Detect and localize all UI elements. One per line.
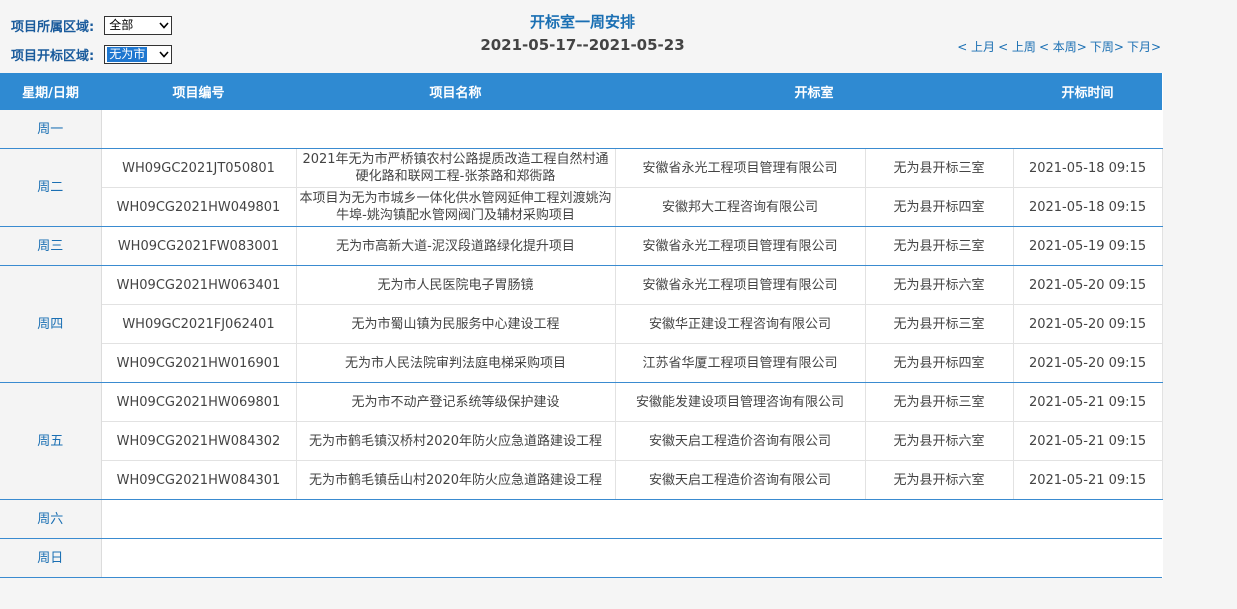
project-name-cell[interactable]: 无为市蜀山镇为民服务中心建设工程 (296, 304, 616, 344)
bid-room-cell: 无为县开标三室 (865, 304, 1014, 344)
bid-room-cell: 无为县开标四室 (865, 187, 1014, 227)
bid-room-cell: 无为县开标四室 (865, 343, 1014, 383)
agency-cell: 安徽省永光工程项目管理有限公司 (615, 265, 866, 305)
table-row[interactable]: 周四 WH09CG2021HW063401 无为市人民医院电子胃肠镜 安徽省永光工程项… (0, 265, 1163, 383)
column-header-day: 星期/日期 (0, 73, 101, 110)
table-row[interactable]: WH09CG2021HW016901 无为市人民法院审判法庭电梯采购项目 江苏省华厦… (0, 343, 1163, 383)
day-cell: 周一 (0, 110, 102, 149)
agency-cell: 安徽邦大工程咨询有限公司 (615, 187, 866, 227)
bid-time-cell: 2021-05-19 09:15 (1013, 226, 1163, 266)
bid-time-cell: 2021-05-18 09:15 (1013, 187, 1163, 227)
agency-cell: 安徽能发建设项目管理咨询有限公司 (615, 382, 866, 422)
agency-cell: 安徽天启工程造价咨询有限公司 (615, 460, 866, 500)
project-code-cell: WH09CG2021HW016901 (101, 343, 297, 383)
bid-time-cell: 2021-05-20 09:15 (1013, 265, 1163, 305)
day-cell: 周二 (0, 148, 102, 227)
bid-room-cell: 无为县开标三室 (865, 226, 1014, 266)
day-cell: 周日 (0, 538, 102, 578)
day-cell: 周三 (0, 226, 102, 266)
bid-room-cell: 无为县开标六室 (865, 421, 1014, 461)
bid-time-cell: 2021-05-21 09:15 (1013, 460, 1163, 500)
project-code-cell: WH09GC2021JT050801 (101, 148, 297, 188)
bid-room-cell: 无为县开标六室 (865, 460, 1014, 500)
project-name-cell[interactable]: 无为市鹤毛镇汉桥村2020年防火应急道路建设工程 (296, 421, 616, 461)
project-code-cell: WH09CG2021HW049801 (101, 187, 297, 227)
project-name-cell[interactable]: 本项目为无为市城乡一体化供水管网延伸工程刘渡姚沟牛埠-姚沟镇配水管网阀门及辅材采… (296, 187, 616, 227)
project-code-cell: WH09CG2021HW063401 (101, 265, 297, 305)
week-navigation: < 上月 < 上周 < 本周> 下周> 下月> (957, 38, 1161, 55)
day-cell: 周五 (0, 382, 102, 500)
schedule-table-wrapper: 星期/日期 项目编号 项目名称 开标室 开标时间 周一 周二 WH09GC2021J… (0, 73, 1163, 578)
bid-time-cell: 2021-05-20 09:15 (1013, 304, 1163, 344)
schedule-table: 星期/日期 项目编号 项目名称 开标室 开标时间 周一 周二 WH09GC2021J… (0, 73, 1163, 578)
project-code-cell: WH09GC2021FJ062401 (101, 304, 297, 344)
table-row[interactable]: 周五 WH09CG2021HW069801 无为市不动产登记系统等级保护建设 安徽能发… (0, 382, 1163, 500)
project-code-cell: WH09CG2021HW084302 (101, 421, 297, 461)
column-header-room: 开标室 (615, 73, 1014, 110)
column-header-code: 项目编号 (101, 73, 296, 110)
project-code-cell: WH09CG2021FW083001 (101, 226, 297, 266)
page-title: 开标室一周安排 (529, 13, 635, 31)
table-row-empty-day: 周六 (0, 499, 1163, 539)
project-name-cell[interactable]: 无为市高新大道-泥汊段道路绿化提升项目 (296, 226, 616, 266)
bid-time-cell: 2021-05-18 09:15 (1013, 148, 1163, 188)
table-header-row: 星期/日期 项目编号 项目名称 开标室 开标时间 (0, 73, 1163, 110)
empty-day-cell (101, 538, 1163, 578)
day-cell: 周六 (0, 499, 102, 539)
table-row[interactable]: WH09GC2021FJ062401 无为市蜀山镇为民服务中心建设工程 安徽华正建设… (0, 304, 1163, 344)
bid-time-cell: 2021-05-21 09:15 (1013, 421, 1163, 461)
table-row-empty-day: 周一 (0, 110, 1163, 149)
project-name-cell[interactable]: 无为市不动产登记系统等级保护建设 (296, 382, 616, 422)
day-cell: 周四 (0, 265, 102, 383)
agency-cell: 安徽华正建设工程咨询有限公司 (615, 304, 866, 344)
column-header-name: 项目名称 (296, 73, 615, 110)
project-name-cell[interactable]: 无为市鹤毛镇岳山村2020年防火应急道路建设工程 (296, 460, 616, 500)
bid-room-cell: 无为县开标六室 (865, 265, 1014, 305)
empty-day-cell (101, 499, 1163, 539)
prev-week-link[interactable]: < 上周 (998, 40, 1036, 54)
column-header-time: 开标时间 (1013, 73, 1163, 110)
table-row[interactable]: WH09CG2021HW049801 本项目为无为市城乡一体化供水管网延伸工程刘渡… (0, 187, 1163, 227)
table-row-empty-day: 周日 (0, 538, 1163, 578)
bid-time-cell: 2021-05-20 09:15 (1013, 343, 1163, 383)
this-week-link[interactable]: < 本周> (1039, 40, 1087, 54)
table-row[interactable]: 周二 WH09GC2021JT050801 2021年无为市严桥镇农村公路提质改造工… (0, 148, 1163, 227)
prev-month-link[interactable]: < 上月 (957, 40, 995, 54)
agency-cell: 安徽省永光工程项目管理有限公司 (615, 148, 866, 188)
agency-cell: 安徽省永光工程项目管理有限公司 (615, 226, 866, 266)
table-row[interactable]: WH09CG2021HW084302 无为市鹤毛镇汉桥村2020年防火应急道路建设… (0, 421, 1163, 461)
table-row[interactable]: 周三 WH09CG2021FW083001 无为市高新大道-泥汊段道路绿化提升项目安… (0, 226, 1163, 266)
agency-cell: 安徽天启工程造价咨询有限公司 (615, 421, 866, 461)
bid-room-cell: 无为县开标三室 (865, 148, 1014, 188)
next-month-link[interactable]: 下月> (1127, 40, 1161, 54)
bid-time-cell: 2021-05-21 09:15 (1013, 382, 1163, 422)
toolbar: 项目所属区域: 全部 项目开标区域: 无为市 开标室一周安排 2021-05-1… (0, 0, 1237, 72)
table-row[interactable]: WH09CG2021HW084301 无为市鹤毛镇岳山村2020年防火应急道路建设… (0, 460, 1163, 500)
schedule-body: 周一 周二 WH09GC2021JT050801 2021年无为市严桥镇农村公路提质改… (0, 110, 1163, 578)
project-name-cell[interactable]: 无为市人民医院电子胃肠镜 (296, 265, 616, 305)
project-code-cell: WH09CG2021HW069801 (101, 382, 297, 422)
bid-room-cell: 无为县开标三室 (865, 382, 1014, 422)
empty-day-cell (101, 110, 1163, 149)
project-name-cell[interactable]: 无为市人民法院审判法庭电梯采购项目 (296, 343, 616, 383)
agency-cell: 江苏省华厦工程项目管理有限公司 (615, 343, 866, 383)
project-code-cell: WH09CG2021HW084301 (101, 460, 297, 500)
next-week-link[interactable]: 下周> (1090, 40, 1124, 54)
project-name-cell[interactable]: 2021年无为市严桥镇农村公路提质改造工程自然村通硬化路和联网工程-张茶路和郑衖… (296, 148, 616, 188)
